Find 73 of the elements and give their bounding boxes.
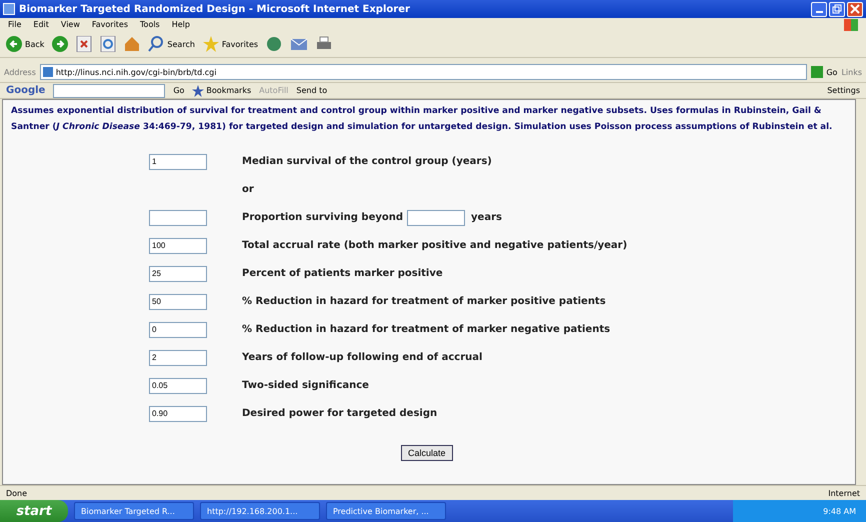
- menu-item[interactable]: Edit: [33, 20, 49, 29]
- stop-icon: [76, 36, 92, 52]
- globe-icon: [266, 36, 282, 52]
- input-field[interactable]: 25: [149, 266, 207, 282]
- menu-item[interactable]: View: [60, 20, 80, 29]
- toolbar-button[interactable]: Favorites: [202, 36, 258, 52]
- printer-icon: [316, 36, 332, 52]
- input-field[interactable]: 50: [149, 294, 207, 310]
- search-icon: [148, 36, 164, 52]
- menu-item[interactable]: File: [8, 20, 22, 29]
- input-field[interactable]: 2: [149, 350, 207, 366]
- toolbar-button[interactable]: [100, 36, 116, 52]
- menu-item[interactable]: Favorites: [92, 20, 128, 29]
- window-title: Biomarker Targeted Randomized Design - Microsoft Internet Explorer: [19, 4, 411, 14]
- toolbar-button[interactable]: Search: [148, 36, 195, 52]
- house-icon: [124, 36, 140, 52]
- settings-button[interactable]: Settings: [827, 86, 860, 95]
- close-icon: [850, 4, 860, 14]
- field-label: Two-sided significance: [242, 380, 369, 391]
- status-text: Done: [6, 488, 28, 498]
- field-label: % Reduction in hazard for treatment of marker negative patients: [242, 324, 610, 335]
- taskbar-button[interactable]: Biomarker Targeted R...: [74, 502, 194, 520]
- toolbar-button[interactable]: [290, 36, 308, 52]
- send-to-button[interactable]: Send to: [296, 86, 328, 95]
- address-label: Address: [4, 68, 36, 76]
- envelope-icon: [290, 36, 308, 52]
- close-button[interactable]: [847, 2, 863, 16]
- bookmarks-button[interactable]: Bookmarks: [192, 84, 252, 96]
- field-label: Proportion surviving beyond: [242, 212, 404, 223]
- field-label: Percent of patients marker positive: [242, 268, 443, 279]
- maximize-button[interactable]: [829, 2, 845, 16]
- links-label: Links: [841, 68, 862, 76]
- input-field[interactable]: [149, 210, 207, 226]
- field-label: Years of follow-up following end of accrual: [242, 352, 482, 363]
- calculate-button[interactable]: Calculate: [401, 445, 453, 461]
- address-field[interactable]: http://linus.nci.nih.gov/cgi-bin/brb/td.cgi: [40, 64, 808, 80]
- page-icon: [42, 67, 53, 77]
- input-field[interactable]: 0.90: [149, 406, 207, 422]
- start-button[interactable]: start: [0, 500, 68, 522]
- field-label: % Reduction in hazard for treatment of marker positive patients: [242, 296, 606, 307]
- toolbar-button[interactable]: [266, 36, 282, 52]
- star-icon: [202, 36, 219, 52]
- description-text: Assumes exponential distribution of survival for treatment and control group within marker positive and marker negative subsets. Uses formulas in Rubinstein, Gail & Santner (J Chronic Disease 34:469-79, 1981) for targeted design and simulation for untargeted design. Simulation uses Poisson process assumptions of Rubinstein et al.: [11, 105, 834, 134]
- input-field[interactable]: 1: [149, 154, 207, 170]
- input-field[interactable]: 100: [149, 238, 207, 254]
- restore-icon: [832, 4, 842, 14]
- google-search-field[interactable]: [53, 84, 166, 98]
- field-label: Desired power for targeted design: [242, 408, 438, 419]
- toolbar-button[interactable]: [52, 36, 68, 52]
- go-button[interactable]: Go: [811, 66, 838, 78]
- menu-item[interactable]: Help: [172, 20, 190, 29]
- go-button[interactable]: Go: [173, 86, 184, 95]
- menu-item[interactable]: Tools: [140, 20, 160, 29]
- input-field[interactable]: 0: [149, 322, 207, 338]
- google-logo: Google: [6, 85, 46, 96]
- toolbar-button[interactable]: Back: [6, 36, 44, 52]
- toolbar-button[interactable]: [316, 36, 332, 52]
- toolbar-button[interactable]: [124, 36, 140, 52]
- field-label: Total accrual rate (both marker positive and negative patients/year): [242, 240, 628, 251]
- unit-label: years: [471, 212, 502, 223]
- toolbar-button[interactable]: [76, 36, 92, 52]
- taskbar-button[interactable]: http://192.168.200.1...: [200, 502, 320, 520]
- field-label: Median survival of the control group (years): [242, 156, 492, 167]
- clock: 9:48 AM: [823, 506, 856, 516]
- star-icon: [192, 84, 204, 96]
- input-field[interactable]: [407, 210, 466, 226]
- minimize-icon: [816, 11, 822, 13]
- zone-label: Internet: [828, 488, 860, 498]
- or-label: or: [242, 184, 254, 195]
- input-field[interactable]: 0.05: [149, 378, 207, 394]
- refresh-icon: [100, 36, 116, 52]
- minimize-button[interactable]: [811, 2, 827, 16]
- taskbar-button[interactable]: Predictive Biomarker, ...: [326, 502, 446, 520]
